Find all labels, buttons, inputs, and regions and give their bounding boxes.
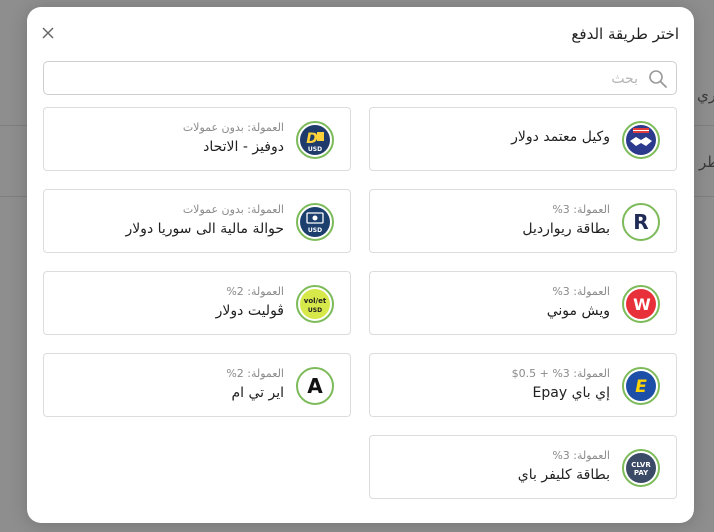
card-fee: العمولة: 3% bbox=[552, 203, 610, 216]
card-name: ڤوليت دولار bbox=[215, 303, 284, 319]
card-name: دوفيز - الاتحاد bbox=[203, 139, 284, 155]
card-fee: العمولة: 2% bbox=[226, 285, 284, 298]
airtm-logo: A bbox=[296, 367, 334, 405]
dofiz-logo-letter: D bbox=[306, 131, 318, 147]
syria-transfer-usd-logo: USD bbox=[296, 203, 334, 241]
clever-pay-logo-text: PAY bbox=[634, 469, 649, 477]
clever-pay-logo: CLVR PAY bbox=[622, 449, 660, 487]
dofiz-usd-logo: D USD bbox=[296, 121, 334, 159]
card-fee: العمولة: بدون عمولات bbox=[182, 121, 284, 134]
payment-method-card[interactable]: vol/et USD العمولة: 2% ڤوليت دولار bbox=[43, 271, 351, 335]
card-fee: العمولة: بدون عمولات bbox=[182, 203, 284, 216]
syria-transfer-logo-text: USD bbox=[308, 227, 322, 234]
card-name: ويش موني bbox=[546, 303, 610, 319]
search-input[interactable] bbox=[80, 68, 640, 90]
card-fee: العمولة: 2% bbox=[226, 367, 284, 380]
wish-money-logo-letter: W bbox=[633, 295, 651, 314]
rewardble-logo-letter: R bbox=[633, 210, 648, 234]
card-name: إي باي Epay bbox=[532, 385, 610, 401]
card-fee: العمولة: 3% + 0.5$ bbox=[511, 367, 610, 380]
close-icon bbox=[42, 27, 54, 39]
payment-method-card[interactable]: USD العمولة: بدون عمولات حوالة مالية الى… bbox=[43, 189, 351, 253]
handshake-agent-logo bbox=[622, 121, 660, 159]
clever-pay-logo-text: CLVR bbox=[631, 461, 651, 469]
payment-method-modal: اختر طريقة الدفع وكيل معتمد دولار bbox=[27, 7, 694, 523]
card-name: وكيل معتمد دولار bbox=[511, 129, 610, 145]
card-name: بطاقة ريوارديل bbox=[522, 221, 610, 237]
payment-method-card[interactable]: W العمولة: 3% ويش موني bbox=[369, 271, 677, 335]
card-name: اير تي ام bbox=[231, 385, 284, 401]
search-box bbox=[43, 61, 677, 95]
card-name: حوالة مالية الى سوريا دولار bbox=[125, 221, 284, 237]
card-name: بطاقة كليفر باي bbox=[517, 467, 610, 483]
search-icon bbox=[649, 70, 667, 88]
epay-logo: E bbox=[622, 367, 660, 405]
close-button[interactable] bbox=[41, 25, 55, 39]
wish-money-logo: W bbox=[622, 285, 660, 323]
rewardble-logo: R bbox=[622, 203, 660, 241]
payment-method-card[interactable]: E العمولة: 3% + 0.5$ إي باي Epay bbox=[369, 353, 677, 417]
airtm-logo-letter: A bbox=[307, 374, 323, 398]
volet-usd-logo: vol/et USD bbox=[296, 285, 334, 323]
card-fee: العمولة: 3% bbox=[552, 449, 610, 462]
background-label: طر bbox=[699, 153, 714, 171]
payment-method-card[interactable]: وكيل معتمد دولار bbox=[369, 107, 677, 171]
modal-title: اختر طريقة الدفع bbox=[571, 25, 679, 43]
payment-method-card[interactable]: D USD العمولة: بدون عمولات دوفيز - الاتح… bbox=[43, 107, 351, 171]
background-label: طري bbox=[697, 86, 714, 104]
volet-logo-text: vol/et bbox=[304, 297, 327, 305]
volet-logo-currency: USD bbox=[308, 307, 322, 314]
payment-method-card[interactable]: R العمولة: 3% بطاقة ريوارديل bbox=[369, 189, 677, 253]
card-fee: العمولة: 3% bbox=[552, 285, 610, 298]
dofiz-logo-currency: USD bbox=[308, 146, 322, 153]
payment-method-card[interactable]: CLVR PAY العمولة: 3% بطاقة كليفر باي bbox=[369, 435, 677, 499]
epay-logo-letter: E bbox=[635, 377, 647, 397]
payment-method-card[interactable]: A العمولة: 2% اير تي ام bbox=[43, 353, 351, 417]
